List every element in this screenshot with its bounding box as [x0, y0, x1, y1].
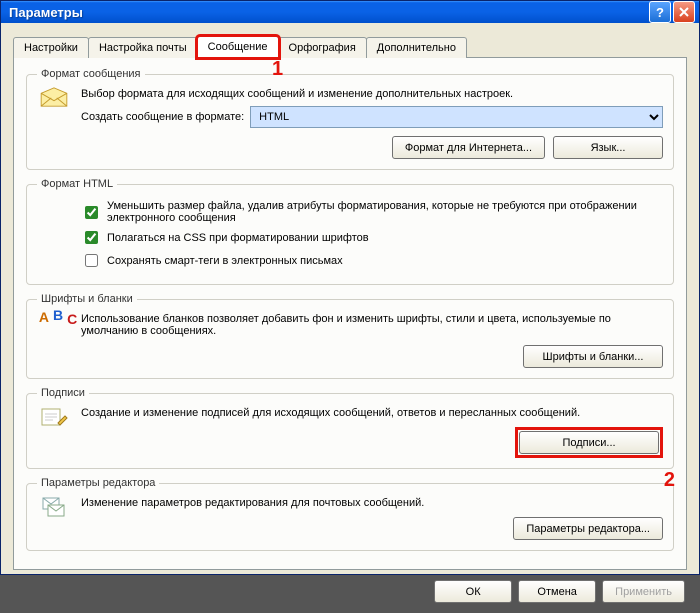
group-legend: Формат HTML: [37, 178, 117, 190]
internet-format-button[interactable]: Формат для Интернета...: [392, 136, 545, 159]
abc-icon: ABC: [39, 311, 69, 323]
check-smart-tags-input[interactable]: [85, 254, 98, 267]
tab-mail-setup[interactable]: Настройка почты: [88, 37, 198, 58]
compose-format-select[interactable]: HTML: [250, 106, 663, 128]
tab-page-message: Формат сообщения Выбор формата для исход…: [13, 57, 687, 570]
annotation-marker-1: 1: [272, 58, 283, 81]
titlebar: Параметры ?: [1, 1, 699, 23]
editor-desc: Изменение параметров редактирования для …: [81, 497, 663, 509]
close-icon: [679, 7, 689, 17]
check-smart-tags[interactable]: Сохранять смарт-теги в электронных письм…: [81, 251, 663, 270]
group-html-format: Формат HTML Уменьшить размер файла, удал…: [26, 178, 674, 285]
group-legend: Параметры редактора: [37, 477, 159, 489]
check-reduce-size-input[interactable]: [85, 206, 98, 219]
group-legend: Формат сообщения: [37, 68, 145, 80]
annotation-marker-2: 2: [664, 469, 675, 492]
check-rely-css-input[interactable]: [85, 231, 98, 244]
tab-settings[interactable]: Настройки: [13, 37, 89, 58]
options-dialog: Параметры ? Настройки Настройка почты Со…: [0, 0, 700, 575]
envelope-icon: [39, 86, 69, 108]
ok-button[interactable]: ОК: [434, 580, 512, 603]
editor-options-button[interactable]: Параметры редактора...: [513, 517, 663, 540]
group-fonts-stationery: Шрифты и бланки ABC Использование бланко…: [26, 293, 674, 379]
signatures-button[interactable]: Подписи...: [519, 431, 659, 454]
signature-icon: [40, 405, 68, 429]
signatures-highlight: Подписи...: [515, 427, 663, 458]
compose-format-label: Создать сообщение в формате:: [81, 111, 244, 123]
language-button[interactable]: Язык...: [553, 136, 663, 159]
message-format-desc: Выбор формата для исходящих сообщений и …: [81, 88, 663, 100]
mail-templates-icon: [40, 495, 68, 519]
check-reduce-size[interactable]: Уменьшить размер файла, удалив атрибуты …: [81, 200, 663, 224]
fonts-stationery-button[interactable]: Шрифты и бланки...: [523, 345, 663, 368]
tab-message[interactable]: Сообщение: [197, 36, 279, 58]
check-label: Сохранять смарт-теги в электронных письм…: [107, 255, 343, 267]
cancel-button[interactable]: Отмена: [518, 580, 596, 603]
tab-advanced[interactable]: Дополнительно: [366, 37, 467, 58]
close-button[interactable]: [673, 1, 695, 23]
titlebar-buttons: ?: [649, 1, 695, 23]
tab-spelling[interactable]: Орфография: [278, 37, 367, 58]
group-legend: Шрифты и бланки: [37, 293, 137, 305]
check-label: Полагаться на CSS при форматировании шри…: [107, 232, 369, 244]
group-legend: Подписи: [37, 387, 89, 399]
group-editor: Параметры редактора Изменение параметров…: [26, 477, 674, 551]
help-button[interactable]: ?: [649, 1, 671, 23]
dialog-buttons: ОК Отмена Применить: [1, 570, 699, 613]
signatures-desc: Создание и изменение подписей для исходя…: [81, 407, 663, 419]
group-signatures: Подписи Создание и изменение подписей дл…: [26, 387, 674, 469]
fonts-desc: Использование бланков позволяет добавить…: [81, 313, 663, 337]
tabstrip: Настройки Настройка почты Сообщение Орфо…: [1, 23, 699, 57]
check-rely-css[interactable]: Полагаться на CSS при форматировании шри…: [81, 228, 663, 247]
check-label: Уменьшить размер файла, удалив атрибуты …: [107, 200, 663, 224]
window-title: Параметры: [9, 5, 649, 20]
group-message-format: Формат сообщения Выбор формата для исход…: [26, 68, 674, 170]
apply-button[interactable]: Применить: [602, 580, 685, 603]
